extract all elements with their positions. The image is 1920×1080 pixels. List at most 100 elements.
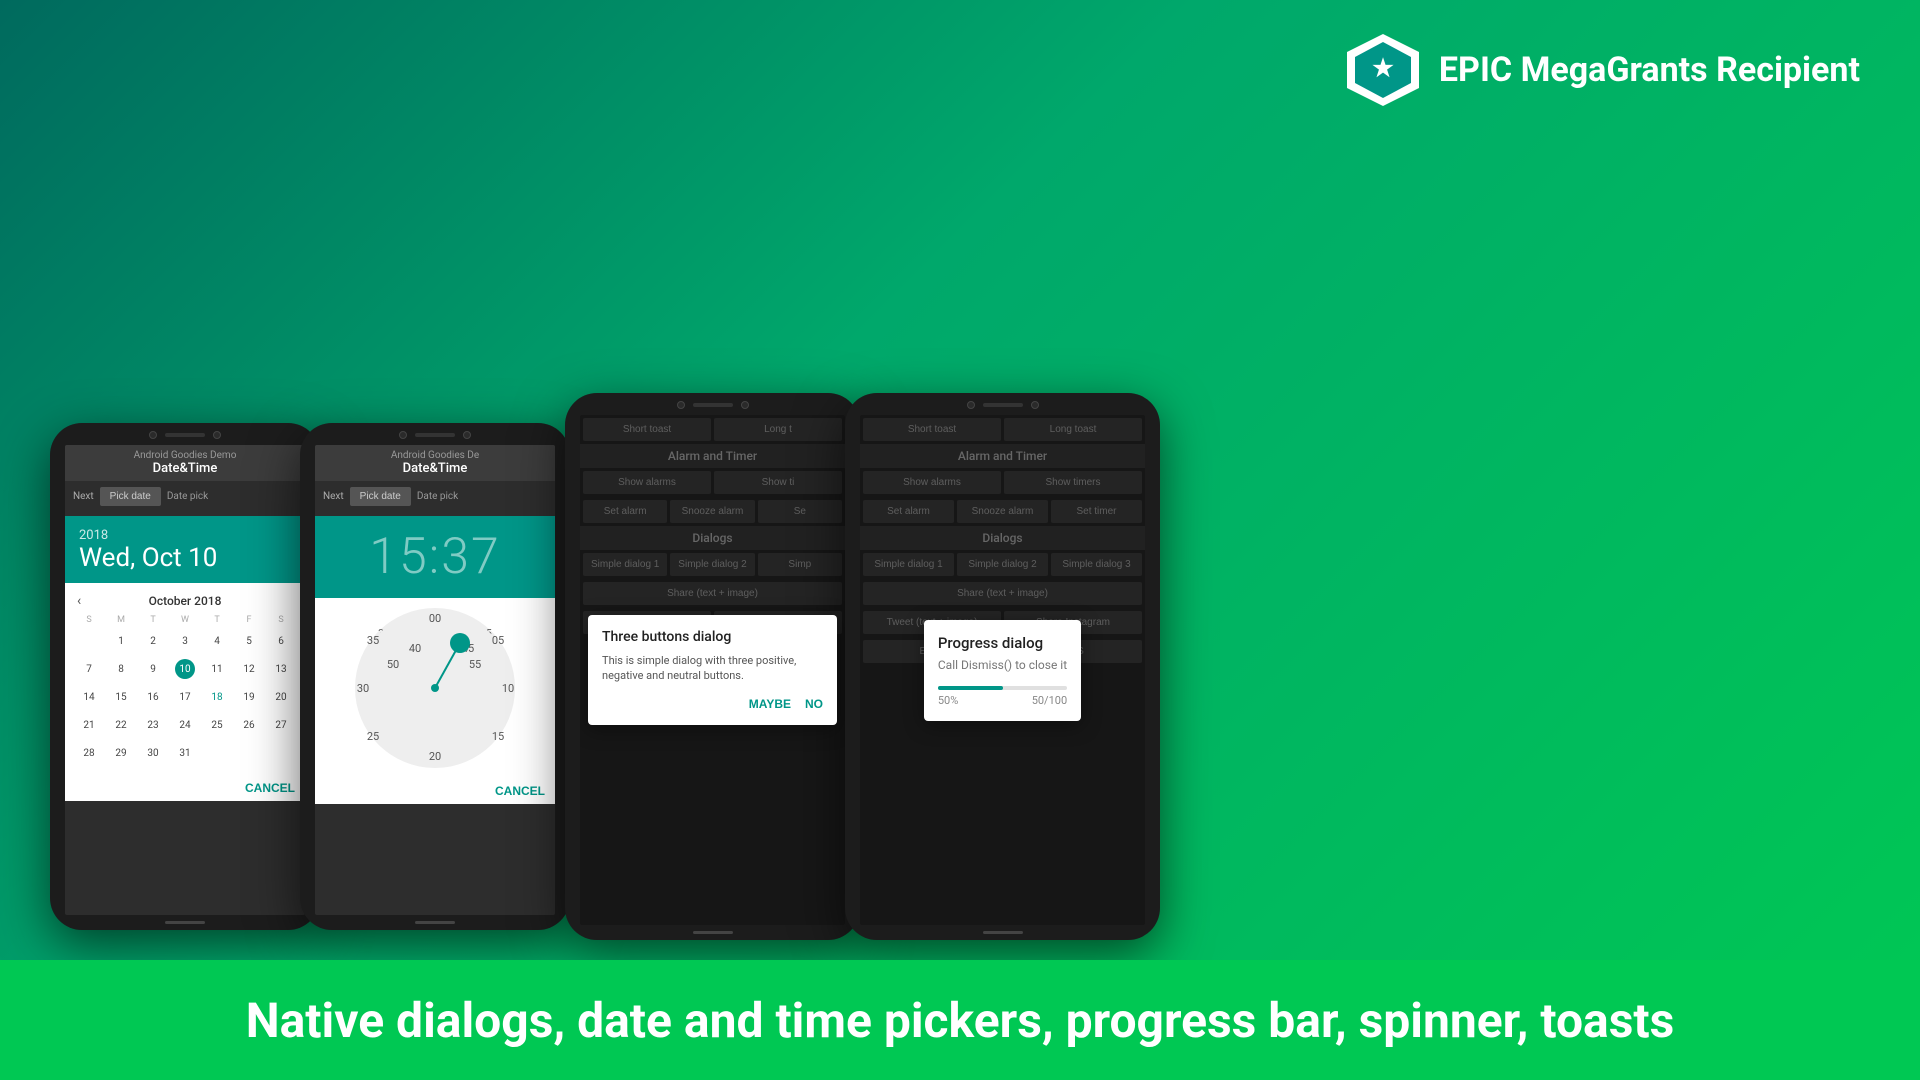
progress-dialog-title: Progress dialog [938,634,1067,652]
progress-dialog-box: Progress dialog Call Dismiss() to close … [924,620,1081,721]
time-pick-date-button[interactable]: Pick date [350,487,411,506]
cal-day-1[interactable]: 1 [105,627,137,655]
cal-day-20[interactable]: 20 [265,683,297,711]
date-pick-label: Date pick [167,491,208,502]
cal-day-6[interactable]: 6 [265,627,297,655]
svg-text:00: 00 [429,612,441,625]
phone-top-bar-c [677,393,749,415]
cal-day-empty1 [73,627,105,655]
date-next-row: Next Pick date Date pick [73,487,297,506]
cal-day-7[interactable]: 7 [73,655,105,683]
progress-bar-track [938,686,1067,690]
cal-day-11[interactable]: 11 [201,655,233,683]
cal-day-5[interactable]: 5 [233,627,265,655]
cal-day-12[interactable]: 12 [233,655,265,683]
progress-dialog-subtitle: Call Dismiss() to close it [938,658,1067,672]
cal-day-14[interactable]: 14 [73,683,105,711]
calendar-grid: 1 2 3 4 5 6 7 8 9 10 11 12 13 [73,627,297,767]
cal-empty-5 [201,739,233,767]
cal-day-17[interactable]: 17 [169,683,201,711]
cal-day-21[interactable]: 21 [73,711,105,739]
dialog-body-c: This is simple dialog with three positiv… [602,653,823,684]
cal-day-19[interactable]: 19 [233,683,265,711]
cal-day-3[interactable]: 3 [169,627,201,655]
cal-day-27[interactable]: 27 [265,711,297,739]
no-button[interactable]: NO [805,697,823,711]
three-buttons-dialog-box: Three buttons dialog This is simple dial… [588,615,837,726]
cal-empty-7 [265,739,297,767]
phone-bottom-bar-b [415,921,455,924]
cal-day-13[interactable]: 13 [265,655,297,683]
calendar-container: 2018 Wed, Oct 10 ‹ October 2018 › S M T … [65,516,305,801]
cal-day-8[interactable]: 8 [105,655,137,683]
dialog-screen-c: Short toast Long t Alarm and Timer Show … [580,415,845,925]
progress-labels: 50% 50/100 [938,694,1067,707]
phone-three-buttons-dialog: Short toast Long t Alarm and Timer Show … [565,393,860,940]
date-below-header: Next Pick date Date pick [65,481,305,516]
dow-t1: T [137,615,169,625]
clock-face: 00 05 10 15 20 25 30 35 40 45 50 55 [355,608,515,768]
bottom-banner: Native dialogs, date and time pickers, p… [0,960,1920,1080]
phone-top-bar-d [967,393,1039,415]
date-picker-screen: Android Goodies Demo Date&Time Next Pick… [65,445,305,915]
cal-day-25[interactable]: 25 [201,711,233,739]
cal-day-24[interactable]: 24 [169,711,201,739]
svg-text:05: 05 [492,634,504,647]
camera-dot [149,431,157,439]
app-header-time: Android Goodies De Date&Time [315,445,555,481]
speaker-d [983,403,1023,407]
progress-value-label: 50/100 [1032,694,1067,707]
camera-dot-2 [213,431,221,439]
cal-day-28[interactable]: 28 [73,739,105,767]
cal-prev-arrow[interactable]: ‹ [77,593,81,609]
phone-time-picker: Android Goodies De Date&Time Next Pick d… [300,423,570,930]
bottom-banner-text: Native dialogs, date and time pickers, p… [246,992,1675,1049]
svg-text:35: 35 [367,634,379,647]
calendar-month: October 2018 [149,594,222,608]
cal-day-23[interactable]: 23 [137,711,169,739]
svg-text:50: 50 [387,658,399,671]
svg-text:★: ★ [1372,54,1394,82]
dow-s: S [73,615,105,625]
time-display-header: 15:37 [315,516,555,598]
cal-day-26[interactable]: 26 [233,711,265,739]
speaker [165,433,205,437]
cal-day-22[interactable]: 22 [105,711,137,739]
cal-day-15[interactable]: 15 [105,683,137,711]
calendar-nav: ‹ October 2018 › [73,591,297,615]
cal-day-31[interactable]: 31 [169,739,201,767]
cal-day-29[interactable]: 29 [105,739,137,767]
cal-day-16[interactable]: 16 [137,683,169,711]
cal-day-9[interactable]: 9 [137,655,169,683]
dow-s2: S [265,615,297,625]
phones-scene: Android Goodies Demo Date&Time Next Pick… [0,130,1920,960]
maybe-button[interactable]: MAYBE [749,697,791,711]
calendar-header: 2018 Wed, Oct 10 [65,516,305,583]
cal-day-30[interactable]: 30 [137,739,169,767]
calendar-year: 2018 [79,528,291,543]
dow-t2: T [201,615,233,625]
time-cancel-button[interactable]: CANCEL [495,784,545,798]
cal-day-18-accent[interactable]: 18 [201,683,233,711]
cal-day-10-selected[interactable]: 10 [169,655,201,683]
dow-f: F [233,615,265,625]
epic-badge: ★ EPIC MegaGrants Recipient [1343,30,1860,110]
svg-text:15: 15 [492,730,504,743]
cal-day-4[interactable]: 4 [201,627,233,655]
pick-date-button[interactable]: Pick date [100,487,161,506]
time-date-pick-label: Date pick [417,491,458,502]
camera-dot-d2 [1031,401,1039,409]
camera-dot-c [677,401,685,409]
cal-day-2[interactable]: 2 [137,627,169,655]
cal-empty-6 [233,739,265,767]
dialog-title-c: Three buttons dialog [602,629,823,645]
dialog-screen-d: Short toast Long toast Alarm and Timer S… [860,415,1145,925]
calendar-date: Wed, Oct 10 [79,543,291,573]
time-below-header: Next Pick date Date pick [315,481,555,516]
calendar-cancel-button[interactable]: CANCEL [245,781,295,795]
phone-bottom-bar [165,921,205,924]
section-title-time: Date&Time [325,461,545,476]
camera-dot-b [399,431,407,439]
camera-dot-d [967,401,975,409]
app-name-date: Android Goodies Demo [75,450,295,461]
